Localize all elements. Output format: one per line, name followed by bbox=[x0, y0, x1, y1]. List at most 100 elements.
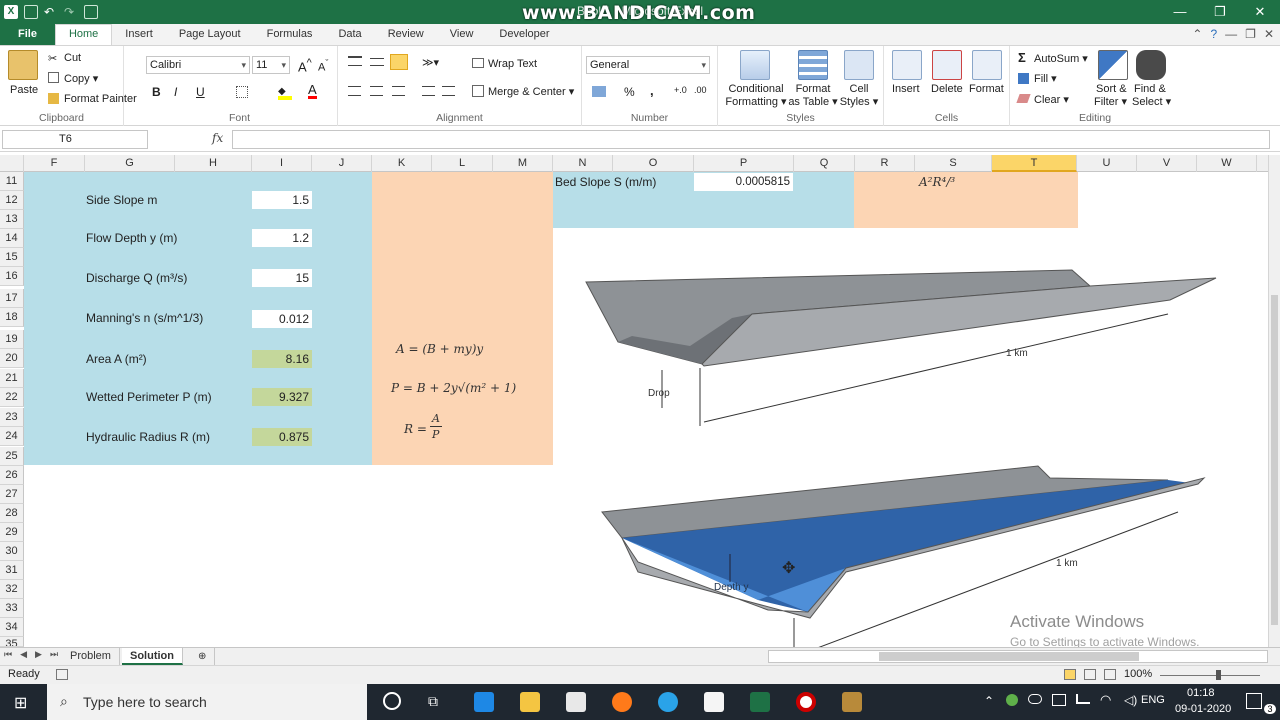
row-header[interactable]: 13 bbox=[0, 210, 24, 229]
delete-cells-icon[interactable] bbox=[932, 50, 962, 80]
tab-formulas[interactable]: Formulas bbox=[254, 25, 326, 45]
sort-filter-line2[interactable]: Filter ▾ bbox=[1094, 95, 1127, 108]
align-left-icon[interactable] bbox=[348, 86, 361, 96]
borders-icon[interactable] bbox=[236, 86, 248, 98]
column-header[interactable]: O bbox=[613, 155, 694, 172]
column-header[interactable]: F bbox=[24, 155, 85, 172]
first-sheet-icon[interactable]: ⏮ bbox=[4, 649, 12, 660]
prev-sheet-icon[interactable]: ◀ bbox=[20, 649, 27, 660]
notification-center-icon[interactable] bbox=[1246, 693, 1262, 709]
tab-data[interactable]: Data bbox=[325, 25, 374, 45]
bold-button[interactable]: B bbox=[152, 85, 161, 99]
format-as-table-icon[interactable] bbox=[798, 50, 828, 80]
param-value-discharge[interactable]: 15 bbox=[252, 269, 312, 287]
workbook-minimize-icon[interactable]: — bbox=[1225, 27, 1237, 41]
number-format-select[interactable]: General bbox=[586, 56, 710, 74]
row-header[interactable]: 27 bbox=[0, 485, 24, 504]
column-header[interactable]: J bbox=[312, 155, 372, 172]
align-right-icon[interactable] bbox=[392, 86, 405, 96]
row-header[interactable]: 22 bbox=[0, 388, 24, 407]
column-header[interactable]: K bbox=[372, 155, 432, 172]
paste-button[interactable]: Paste bbox=[10, 84, 38, 96]
autosum-button[interactable]: AutoSum ▾ bbox=[1034, 52, 1088, 65]
tab-home[interactable]: Home bbox=[54, 24, 113, 45]
row-header[interactable]: 29 bbox=[0, 523, 24, 542]
column-header[interactable]: U bbox=[1077, 155, 1137, 172]
accounting-format-icon[interactable] bbox=[592, 86, 606, 97]
cell-styles-line2[interactable]: Styles ▾ bbox=[836, 95, 882, 108]
column-header[interactable]: P bbox=[694, 155, 794, 172]
merge-center-icon[interactable] bbox=[472, 85, 484, 97]
column-header[interactable]: Q bbox=[794, 155, 855, 172]
select-all-corner[interactable] bbox=[0, 155, 24, 172]
app-taskbar-icon[interactable] bbox=[842, 692, 862, 712]
copy-icon[interactable] bbox=[48, 72, 59, 83]
last-sheet-icon[interactable]: ⏭ bbox=[50, 649, 58, 660]
sort-filter-icon[interactable] bbox=[1098, 50, 1128, 80]
sort-filter-line1[interactable]: Sort & bbox=[1096, 83, 1127, 95]
worksheet-grid[interactable]: Bed Slope S (m/m) 0.0005815 A²R⁴/³ Side … bbox=[24, 172, 1268, 647]
align-top-icon[interactable] bbox=[348, 56, 362, 66]
format-painter-button[interactable]: Format Painter bbox=[64, 93, 137, 105]
param-value-hydraulic-radius[interactable]: 0.875 bbox=[252, 428, 312, 446]
tab-developer[interactable]: Developer bbox=[486, 25, 562, 45]
row-header[interactable]: 34 bbox=[0, 618, 24, 637]
format-as-table-line1[interactable]: Format bbox=[786, 83, 840, 95]
edge-legacy-icon[interactable] bbox=[474, 692, 494, 712]
tab-page-layout[interactable]: Page Layout bbox=[166, 25, 254, 45]
merge-center-button[interactable]: Merge & Center ▾ bbox=[488, 85, 574, 98]
clear-button[interactable]: Clear ▾ bbox=[1034, 93, 1069, 106]
vertical-scrollbar[interactable] bbox=[1268, 155, 1280, 647]
formula-input[interactable] bbox=[232, 130, 1270, 149]
increase-decimal-icon[interactable]: +.0 bbox=[674, 85, 687, 95]
fill-color-icon[interactable]: ◆ bbox=[278, 86, 292, 100]
column-header[interactable]: L bbox=[432, 155, 493, 172]
column-header[interactable]: V bbox=[1137, 155, 1197, 172]
insert-cells-icon[interactable] bbox=[892, 50, 922, 80]
row-header[interactable]: 21 bbox=[0, 369, 24, 388]
row-header[interactable]: 24 bbox=[0, 427, 24, 446]
row-header[interactable]: 16 bbox=[0, 267, 24, 286]
find-select-line2[interactable]: Select ▾ bbox=[1132, 95, 1171, 108]
onedrive-icon[interactable] bbox=[1028, 694, 1042, 704]
zoom-slider-thumb[interactable] bbox=[1216, 670, 1221, 680]
italic-button[interactable]: I bbox=[174, 85, 177, 99]
cut-icon[interactable]: ✂ bbox=[48, 52, 57, 65]
clock-date[interactable]: 09-01-2020 bbox=[1175, 703, 1231, 715]
find-select-line1[interactable]: Find & bbox=[1134, 83, 1166, 95]
delete-cells-button[interactable]: Delete bbox=[931, 83, 963, 95]
column-header[interactable]: I bbox=[252, 155, 312, 172]
align-bottom-icon[interactable] bbox=[390, 54, 408, 70]
close-button[interactable]: ✕ bbox=[1240, 0, 1280, 24]
increase-indent-icon[interactable] bbox=[442, 86, 455, 96]
fill-icon[interactable] bbox=[1018, 73, 1029, 84]
normal-view-icon[interactable] bbox=[1064, 669, 1076, 680]
find-select-icon[interactable] bbox=[1136, 50, 1166, 80]
underline-button[interactable]: U bbox=[196, 85, 205, 99]
restore-button[interactable]: ❐ bbox=[1200, 0, 1240, 24]
column-header[interactable]: M bbox=[493, 155, 553, 172]
column-header[interactable]: G bbox=[85, 155, 175, 172]
zoom-level[interactable]: 100% bbox=[1124, 668, 1152, 680]
row-header[interactable]: 12 bbox=[0, 191, 24, 210]
format-cells-button[interactable]: Format bbox=[969, 83, 1004, 95]
task-view-icon[interactable]: ⧉ bbox=[428, 693, 438, 710]
cortana-icon[interactable] bbox=[383, 692, 401, 710]
font-color-icon[interactable]: A bbox=[308, 83, 317, 99]
workbook-restore-icon[interactable]: ❐ bbox=[1245, 27, 1256, 41]
wifi-icon[interactable]: ◠ bbox=[1100, 692, 1111, 708]
param-value-flow-depth[interactable]: 1.2 bbox=[252, 229, 312, 247]
cell-styles-icon[interactable] bbox=[844, 50, 874, 80]
decrease-decimal-icon[interactable]: .00 bbox=[694, 85, 707, 95]
comma-button[interactable]: , bbox=[650, 83, 654, 98]
insert-cells-button[interactable]: Insert bbox=[892, 83, 920, 95]
column-header-selected[interactable]: T bbox=[992, 155, 1077, 172]
store-icon[interactable] bbox=[566, 692, 586, 712]
format-cells-icon[interactable] bbox=[972, 50, 1002, 80]
tray-chevron-icon[interactable]: ⌃ bbox=[984, 694, 994, 708]
horizontal-scroll-thumb[interactable] bbox=[879, 652, 1139, 661]
workbook-close-icon[interactable]: ✕ bbox=[1264, 27, 1274, 41]
sheet-tab-problem[interactable]: Problem bbox=[62, 648, 120, 665]
row-header[interactable]: 14 bbox=[0, 229, 24, 248]
name-box[interactable]: T6 bbox=[2, 130, 148, 149]
